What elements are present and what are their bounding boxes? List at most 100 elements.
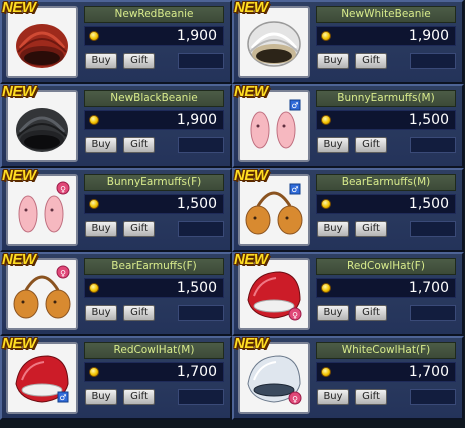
buy-button[interactable]: Buy — [85, 221, 117, 237]
svg-text:♂: ♂ — [291, 185, 298, 194]
shop-item-card: NEW NewWhiteBeanie 1,900 Buy Gift — [232, 0, 464, 84]
price-box: 1,500 — [84, 194, 224, 214]
shop-item-card: NEW NewBlackBeanie 1,900 Buy Gift — [0, 83, 232, 168]
buy-button[interactable]: Buy — [317, 389, 349, 405]
price-box: 1,900 — [316, 26, 456, 46]
empty-button-slot — [178, 389, 224, 405]
coin-icon — [89, 199, 99, 209]
item-thumbnail[interactable] — [238, 6, 310, 78]
shop-item-card: ♂ NEW RedCowlHat(M) 1,700 Buy Gift — [0, 335, 232, 420]
new-badge: NEW — [2, 83, 36, 100]
price-box: 1,700 — [316, 278, 456, 298]
new-badge: NEW — [2, 167, 36, 184]
empty-button-slot — [178, 53, 224, 69]
empty-button-slot — [178, 305, 224, 321]
gift-button[interactable]: Gift — [123, 137, 155, 153]
price-box: 1,700 — [316, 362, 456, 382]
item-thumbnail[interactable] — [6, 6, 78, 78]
coin-icon — [89, 367, 99, 377]
item-thumbnail[interactable]: ♂ — [238, 174, 310, 246]
coin-icon — [321, 367, 331, 377]
empty-button-slot — [410, 53, 456, 69]
item-name: NewWhiteBeanie — [316, 6, 456, 23]
item-name: RedCowlHat(M) — [84, 342, 224, 359]
svg-text:♀: ♀ — [60, 185, 66, 194]
new-badge: NEW — [2, 0, 36, 16]
empty-button-slot — [410, 305, 456, 321]
item-price: 1,500 — [408, 196, 449, 212]
buy-button[interactable]: Buy — [317, 221, 349, 237]
price-box: 1,900 — [84, 26, 224, 46]
item-price: 1,900 — [408, 28, 449, 44]
buy-button[interactable]: Buy — [317, 53, 349, 69]
coin-icon — [321, 199, 331, 209]
item-thumbnail[interactable]: ♂ — [238, 90, 310, 162]
svg-text:♀: ♀ — [292, 395, 298, 404]
item-price: 1,700 — [176, 364, 217, 380]
item-name: RedCowlHat(F) — [316, 258, 456, 275]
item-price: 1,900 — [176, 112, 217, 128]
new-badge: NEW — [234, 335, 268, 352]
svg-text:♀: ♀ — [292, 311, 298, 320]
item-price: 1,700 — [408, 364, 449, 380]
empty-button-slot — [410, 389, 456, 405]
new-badge: NEW — [234, 83, 268, 100]
coin-icon — [89, 115, 99, 125]
cash-shop-grid: NEW NewRedBeanie 1,900 Buy Gift NEW NewW… — [0, 0, 465, 428]
coin-icon — [321, 31, 331, 41]
new-badge: NEW — [2, 335, 36, 352]
gift-button[interactable]: Gift — [355, 53, 387, 69]
bunny-earmuffs-icon: ♀ — [8, 176, 76, 244]
shop-item-card: ♂ NEW BunnyEarmuffs(M) 1,500 Buy Gift — [232, 83, 464, 168]
buy-button[interactable]: Buy — [85, 305, 117, 321]
empty-button-slot — [178, 137, 224, 153]
black-beanie-icon — [8, 92, 76, 160]
item-name: WhiteCowlHat(F) — [316, 342, 456, 359]
shop-item-card: ♂ NEW BearEarmuffs(M) 1,500 Buy Gift — [232, 167, 464, 252]
buy-button[interactable]: Buy — [317, 305, 349, 321]
gift-button[interactable]: Gift — [355, 389, 387, 405]
item-name: BearEarmuffs(F) — [84, 258, 224, 275]
buy-button[interactable]: Buy — [317, 137, 349, 153]
white-beanie-icon — [240, 8, 308, 76]
item-thumbnail[interactable] — [6, 90, 78, 162]
item-price: 1,500 — [176, 196, 217, 212]
item-name: BunnyEarmuffs(M) — [316, 90, 456, 107]
bear-earmuffs-icon: ♂ — [240, 176, 308, 244]
gift-button[interactable]: Gift — [123, 305, 155, 321]
price-box: 1,500 — [316, 194, 456, 214]
coin-icon — [89, 283, 99, 293]
item-thumbnail[interactable]: ♀ — [238, 258, 310, 330]
gift-button[interactable]: Gift — [123, 53, 155, 69]
shop-item-card: NEW NewRedBeanie 1,900 Buy Gift — [0, 0, 232, 84]
item-thumbnail[interactable]: ♀ — [6, 174, 78, 246]
item-price: 1,500 — [408, 112, 449, 128]
price-box: 1,500 — [316, 110, 456, 130]
price-box: 1,500 — [84, 278, 224, 298]
gift-button[interactable]: Gift — [355, 305, 387, 321]
item-thumbnail[interactable]: ♀ — [6, 258, 78, 330]
buy-button[interactable]: Buy — [85, 137, 117, 153]
buy-button[interactable]: Buy — [85, 389, 117, 405]
new-badge: NEW — [234, 251, 268, 268]
gift-button[interactable]: Gift — [355, 137, 387, 153]
gift-button[interactable]: Gift — [123, 389, 155, 405]
svg-text:♂: ♂ — [59, 393, 66, 402]
coin-icon — [321, 283, 331, 293]
gift-button[interactable]: Gift — [355, 221, 387, 237]
buy-button[interactable]: Buy — [85, 53, 117, 69]
coin-icon — [321, 115, 331, 125]
gift-button[interactable]: Gift — [123, 221, 155, 237]
item-name: BunnyEarmuffs(F) — [84, 174, 224, 191]
item-thumbnail[interactable]: ♂ — [6, 342, 78, 414]
item-name: NewBlackBeanie — [84, 90, 224, 107]
bunny-earmuffs-icon: ♂ — [240, 92, 308, 160]
white-cowl-hat-icon: ♀ — [240, 344, 308, 412]
price-box: 1,900 — [84, 110, 224, 130]
empty-button-slot — [410, 221, 456, 237]
item-price: 1,500 — [176, 280, 217, 296]
item-thumbnail[interactable]: ♀ — [238, 342, 310, 414]
item-price: 1,900 — [176, 28, 217, 44]
new-badge: NEW — [2, 251, 36, 268]
price-box: 1,700 — [84, 362, 224, 382]
